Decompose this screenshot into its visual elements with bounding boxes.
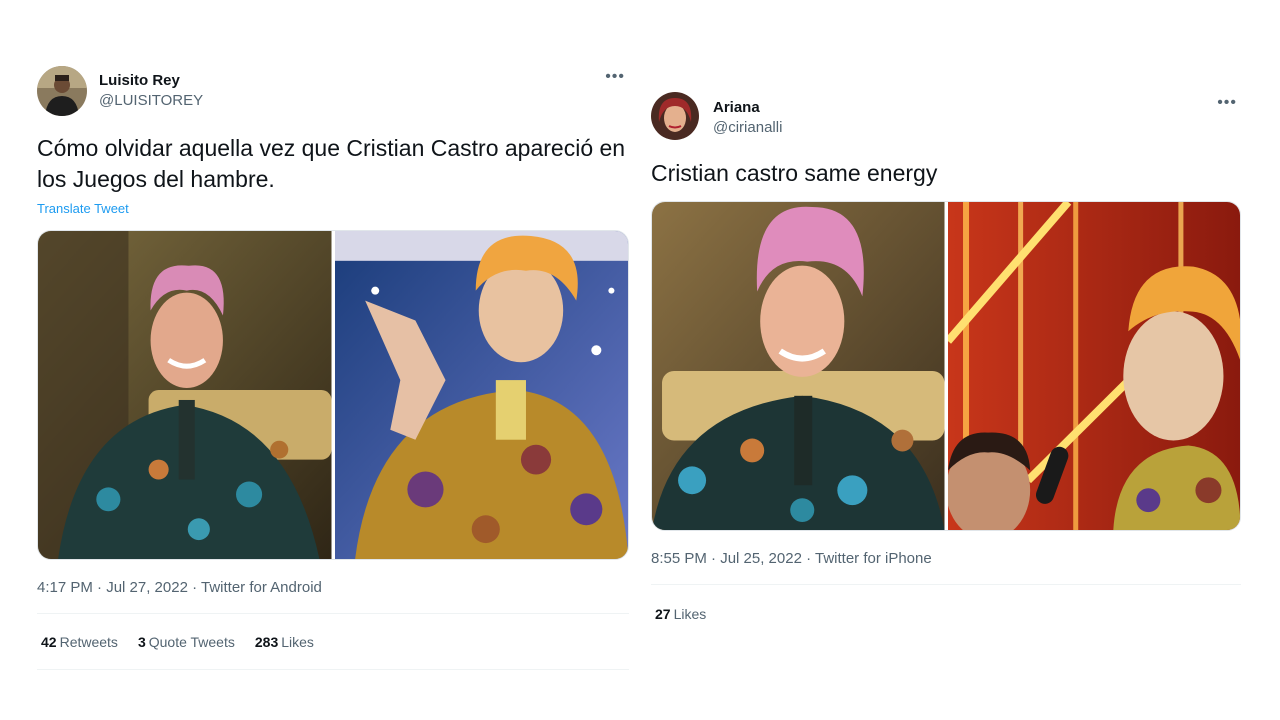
avatar[interactable] <box>651 92 699 140</box>
quote-tweets-stat[interactable]: 3 Quote Tweets <box>138 634 235 650</box>
photo-cristian-stage[interactable] <box>947 202 1240 530</box>
tweet-timestamp[interactable]: 8:55 PM · Jul 25, 2022 · Twitter for iPh… <box>651 550 1241 567</box>
avatar[interactable] <box>37 66 87 116</box>
tweet-media[interactable] <box>37 230 629 560</box>
divider <box>37 669 629 670</box>
tweet-stats: 27 Likes <box>651 585 1241 643</box>
translate-tweet-link[interactable]: Translate Tweet <box>37 201 629 216</box>
user-handle[interactable]: @cirianalli <box>713 118 782 138</box>
user-handle[interactable]: @LUISITOREY <box>99 91 203 111</box>
display-name[interactable]: Ariana <box>713 98 782 118</box>
more-horizontal-icon[interactable]: ••• <box>1217 94 1237 112</box>
tweet-media[interactable] <box>651 201 1241 531</box>
tweet-header: Luisito Rey @LUISITOREY ••• <box>37 66 629 118</box>
tweet-text: Cristian castro same energy <box>651 160 938 186</box>
tweet-timestamp[interactable]: 4:17 PM · Jul 27, 2022 · Twitter for And… <box>37 579 629 596</box>
more-horizontal-icon[interactable]: ••• <box>605 68 625 86</box>
likes-stat[interactable]: 27 Likes <box>655 606 706 622</box>
display-name[interactable]: Luisito Rey <box>99 71 203 91</box>
likes-stat[interactable]: 283 Likes <box>255 634 314 650</box>
photo-caesar[interactable] <box>652 202 945 530</box>
tweet-stats: 42 Retweets 3 Quote Tweets 283 Likes <box>37 614 629 669</box>
retweets-stat[interactable]: 42 Retweets <box>41 634 118 650</box>
tweet-card-ariana[interactable]: Ariana @cirianalli ••• Cristian castro s… <box>651 92 1241 643</box>
photo-cristian[interactable] <box>334 231 628 559</box>
tweet-text: Cómo olvidar aquella vez que Cristian Ca… <box>37 135 626 192</box>
photo-caesar[interactable] <box>38 231 332 559</box>
tweet-card-luisito[interactable]: Luisito Rey @LUISITOREY ••• Cómo olvidar… <box>37 66 629 670</box>
tweet-header: Ariana @cirianalli ••• <box>651 92 1241 144</box>
